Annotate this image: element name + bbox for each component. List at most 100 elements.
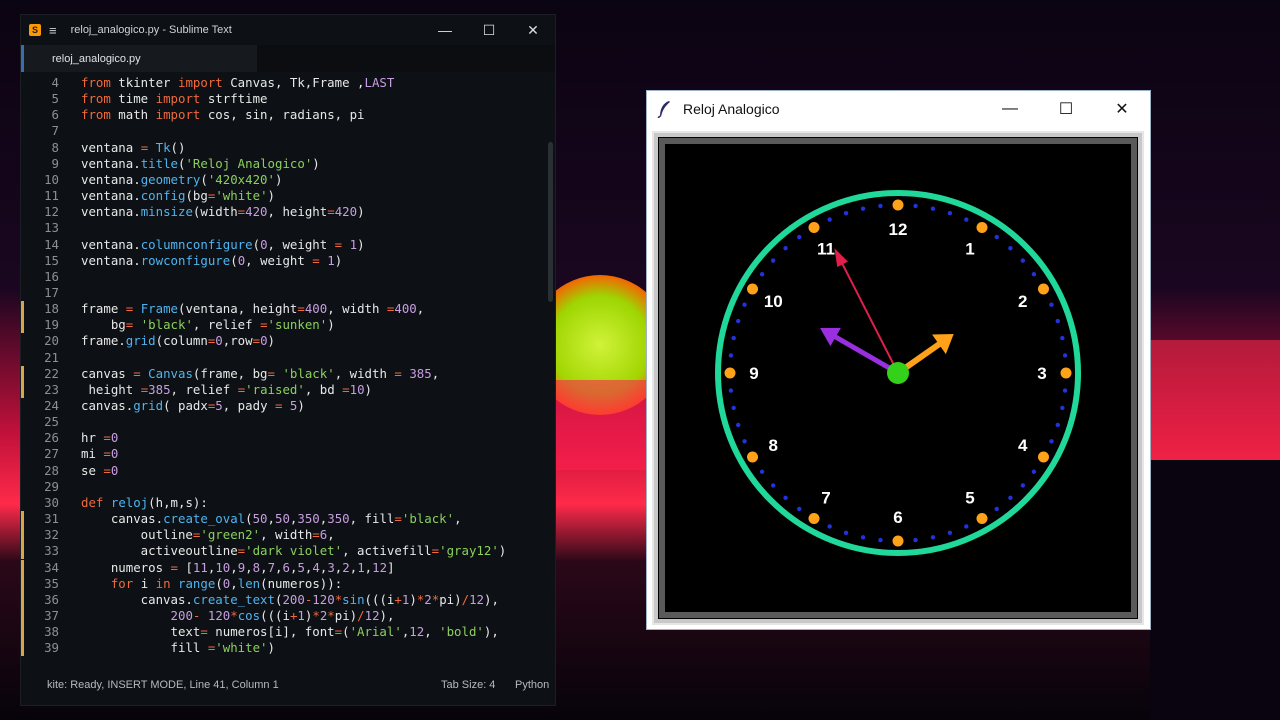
code-line[interactable]: 37 200- 120*cos(((i+1)*2*pi)/12), [21, 608, 555, 624]
menu-icon[interactable]: ≡ [49, 23, 57, 38]
code-line[interactable]: 27 mi =0 [21, 446, 555, 462]
minute-tick-dot [1049, 439, 1054, 444]
minute-tick-dot [827, 217, 832, 222]
code-line[interactable]: 16 [21, 269, 555, 285]
tab-reloj-analogico[interactable]: reloj_analogico.py [21, 45, 257, 72]
code-line[interactable]: 6 from math import cos, sin, radians, pi [21, 107, 555, 123]
line-number: 36 [44, 591, 59, 607]
code-text: fill ='white') [81, 640, 275, 656]
code-text: ventana.minsize(width=420, height=420) [81, 204, 365, 220]
code-line[interactable]: 5 from time import strftime [21, 91, 555, 107]
code-line[interactable]: 20 frame.grid(column=0,row=0) [21, 333, 555, 349]
code-line[interactable]: 39 fill ='white') [21, 640, 555, 656]
clock-number: 12 [889, 220, 908, 239]
code-text: bg= 'black', relief ='sunken') [81, 317, 335, 333]
code-line[interactable]: 38 text= numeros[i], font=('Arial',12, '… [21, 624, 555, 640]
minimize-icon[interactable]: — [423, 15, 467, 45]
syntax-indicator[interactable]: Python [515, 679, 549, 691]
clock-titlebar[interactable]: Reloj Analogico — ☐ ✕ [647, 91, 1150, 126]
code-line[interactable]: 33 activeoutline='dark violet', activefi… [21, 543, 555, 559]
minute-tick-dot [1055, 422, 1060, 428]
hour-tick-dot [1037, 283, 1049, 295]
clock-number: 2 [1018, 292, 1027, 311]
code-line[interactable]: 30 def reloj(h,m,s): [21, 495, 555, 511]
minute-tick-dot [1031, 469, 1037, 474]
code-line[interactable]: 10 ventana.geometry('420x420') [21, 172, 555, 188]
clock-number: 7 [821, 489, 830, 508]
sublime-titlebar[interactable]: S ≡ reloj_analogico.py - Sublime Text — … [21, 15, 555, 45]
code-line[interactable]: 4 from tkinter import Canvas, Tk,Frame ,L… [21, 75, 555, 91]
code-text: from math import cos, sin, radians, pi [81, 107, 365, 123]
minute-tick-dot [1008, 495, 1013, 501]
code-line[interactable]: 18 frame = Frame(ventana, height=400, wid… [21, 301, 555, 317]
clock-canvas[interactable]: 121234567891011 [654, 133, 1142, 623]
tab-size-indicator[interactable]: Tab Size: 4 [441, 679, 495, 691]
code-line[interactable]: 19 bg= 'black', relief ='sunken') [21, 317, 555, 333]
code-line[interactable]: 35 for i in range(0,len(numeros)): [21, 576, 555, 592]
clock-close-icon[interactable]: ✕ [1094, 91, 1150, 126]
code-line[interactable]: 7 [21, 123, 555, 139]
code-line[interactable]: 23 height =385, relief ='raised', bd =10… [21, 382, 555, 398]
hour-tick-dot [892, 199, 904, 211]
code-text: from tkinter import Canvas, Tk,Frame ,LA… [81, 75, 395, 90]
code-line[interactable]: 25 [21, 414, 555, 430]
code-text: mi =0 [81, 446, 119, 462]
sublime-text-window[interactable]: S ≡ reloj_analogico.py - Sublime Text — … [20, 14, 556, 706]
code-line[interactable]: 29 [21, 479, 555, 495]
line-number: 29 [44, 478, 59, 494]
code-text: frame = Frame(ventana, height=400, width… [81, 301, 425, 317]
modified-line-marker [21, 624, 24, 641]
code-line[interactable]: 36 canvas.create_text(200-120*sin(((i+1)… [21, 592, 555, 608]
minute-tick-dot [797, 234, 802, 240]
code-editor[interactable]: 4 from tkinter import Canvas, Tk,Frame ,L… [21, 72, 555, 672]
close-icon[interactable]: ✕ [511, 15, 555, 45]
clock-number: 10 [764, 292, 783, 311]
code-line[interactable]: 34 numeros = [11,10,9,8,7,6,5,4,3,2,1,12… [21, 560, 555, 576]
hour-tick-dot [976, 222, 988, 234]
minute-tick-dot [731, 335, 736, 341]
sublime-logo-icon: S [29, 24, 41, 36]
minute-tick-dot [964, 217, 969, 222]
minute-tick-dot [1020, 258, 1026, 263]
clock-window-title: Reloj Analogico [683, 100, 780, 117]
code-line[interactable]: 9 ventana.title('Reloj Analogico') [21, 156, 555, 172]
maximize-icon[interactable]: ☐ [467, 15, 511, 45]
clock-window[interactable]: Reloj Analogico — ☐ ✕ 12 1 2 3 4 5 6 7 8 9 10 11 [646, 90, 1151, 630]
minute-tick-dot [797, 506, 802, 512]
line-number: 7 [51, 123, 59, 139]
clock-minimize-icon[interactable]: — [982, 91, 1038, 126]
modified-line-marker [21, 381, 24, 398]
code-line[interactable]: 15 ventana.rowconfigure(0, weight = 1) [21, 253, 555, 269]
code-text: ventana.title('Reloj Analogico') [81, 155, 320, 171]
line-number: 31 [44, 511, 59, 527]
code-line[interactable]: 31 canvas.create_oval(50,50,350,350, fil… [21, 511, 555, 527]
modified-line-marker [21, 511, 24, 528]
line-number: 39 [44, 640, 59, 656]
code-line[interactable]: 28 se =0 [21, 463, 555, 479]
code-text: ventana = Tk() [81, 139, 186, 155]
code-text: canvas = Canvas(frame, bg= 'black', widt… [81, 365, 440, 381]
code-line[interactable]: 26 hr =0 [21, 430, 555, 446]
minute-tick-dot [1062, 353, 1068, 358]
hour-tick-dot [1060, 367, 1072, 379]
code-line[interactable]: 13 [21, 220, 555, 236]
hour-tick-dot [1037, 451, 1049, 463]
minute-tick-dot [964, 524, 969, 529]
code-line[interactable]: 14 ventana.columnconfigure(0, weight = 1) [21, 237, 555, 253]
code-line[interactable]: 24 canvas.grid( padx=5, pady = 5) [21, 398, 555, 414]
code-line[interactable]: 11 ventana.config(bg='white') [21, 188, 555, 204]
line-number: 26 [44, 430, 59, 446]
minute-tick-dot [1049, 302, 1054, 307]
code-line[interactable]: 21 [21, 350, 555, 366]
minute-tick-dot [994, 234, 999, 240]
line-number: 33 [44, 543, 59, 559]
code-line[interactable]: 32 outline='green2', width=6, [21, 527, 555, 543]
line-number: 30 [44, 494, 59, 510]
clock-maximize-icon[interactable]: ☐ [1038, 91, 1094, 126]
minute-tick-dot [783, 245, 788, 251]
code-line[interactable]: 8 ventana = Tk() [21, 140, 555, 156]
code-line[interactable]: 12 ventana.minsize(width=420, height=420) [21, 204, 555, 220]
status-bar: kite: Ready, INSERT MODE, Line 41, Colum… [21, 669, 555, 705]
code-line[interactable]: 17 [21, 285, 555, 301]
code-line[interactable]: 22 canvas = Canvas(frame, bg= 'black', wi… [21, 366, 555, 382]
